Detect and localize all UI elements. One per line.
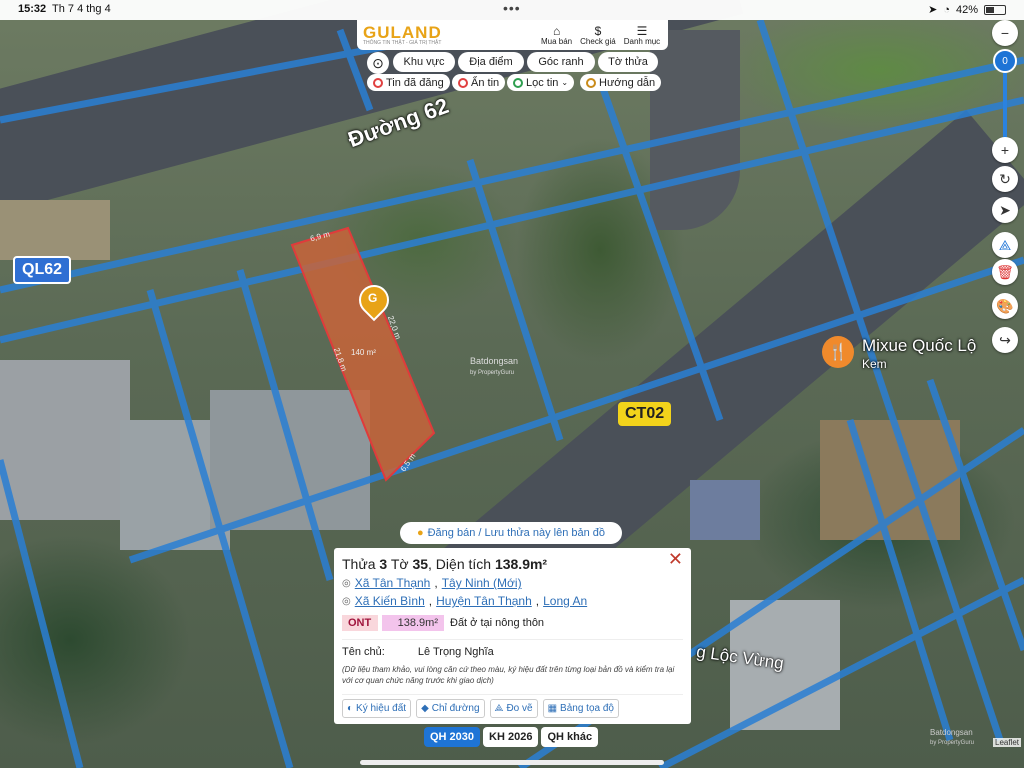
posted-dot-icon: [373, 77, 383, 88]
app-header: GULAND THÔNG TIN THẬT - GIÁ TRỊ THẬT ⌂ M…: [357, 20, 668, 50]
home-indicator[interactable]: [360, 760, 664, 765]
attribution: Batdongsan by PropertyGuru: [930, 728, 975, 746]
filter-hide[interactable]: Ẩn tin: [452, 74, 506, 91]
filter-lọc-tin[interactable]: Lọc tin ⌄: [507, 74, 575, 91]
pin-icon: ◎: [342, 577, 351, 589]
province-link[interactable]: Long An: [543, 594, 587, 608]
ruler-icon: ⟁: [494, 703, 504, 714]
share-button[interactable]: ↪: [992, 327, 1018, 353]
tab-to-thua[interactable]: Tờ thửa: [598, 52, 658, 72]
direction-icon: ◆: [421, 703, 429, 714]
tab-kh-2026[interactable]: KH 2026: [483, 727, 539, 747]
restaurant-icon[interactable]: 🍴: [822, 336, 854, 368]
refresh-button[interactable]: ↻: [992, 166, 1018, 192]
poi-type: Kem: [862, 357, 887, 371]
plan-tabs: QH 2030 KH 2026 QH khác: [424, 727, 599, 747]
delete-button[interactable]: 🗑: [992, 259, 1018, 285]
menu-icon: ☰: [636, 23, 648, 38]
chevron-down-icon: ⌄: [561, 78, 569, 87]
owner-name: Lê Trọng Nghĩa: [417, 646, 494, 658]
parcel-info-card: Thửa 3 Tờ 35, Diện tích 138.9m² ✕ ◎ Xã T…: [334, 548, 691, 724]
check-price-button[interactable]: $ Check giá: [580, 25, 616, 46]
zoom-out-button[interactable]: −: [992, 20, 1018, 46]
battery-percent: 42%: [955, 3, 978, 16]
filter-dot-icon: [513, 77, 523, 88]
post-save-parcel-button[interactable]: ● Đăng bán / Lưu thửa này lên bản đồ: [400, 522, 622, 544]
share-icon: ↪: [999, 331, 1011, 348]
guland-logo[interactable]: GULAND THÔNG TIN THẬT - GIÁ TRỊ THẬT: [357, 24, 507, 46]
parcel-title: Thửa 3 Tờ 35, Diện tích 138.9m²: [342, 556, 548, 572]
land-type-row: ONT 138.9m² Đất ở tại nông thôn: [342, 615, 683, 631]
land-type-label: Đất ở tại nông thôn: [450, 617, 545, 629]
owner-row: Tên chủ: Lê Trọng Nghĩa: [342, 639, 683, 658]
parcel-area-label: 140 m²: [351, 348, 376, 357]
district-link[interactable]: Huyện Tân Thạnh: [436, 594, 532, 608]
commune-link[interactable]: Xã Tân Thạnh: [355, 576, 431, 590]
navigate-button[interactable]: ➤: [992, 197, 1018, 223]
land-area-badge: 138.9m²: [382, 615, 444, 631]
table-icon: ▦: [547, 703, 558, 714]
address-old: ◎ Xã Kiến Bình, Huyện Tân Thạnh, Long An: [342, 594, 588, 608]
palette-icon: 🎨: [996, 297, 1014, 314]
zoom-in-button[interactable]: +: [992, 137, 1018, 163]
status-date: Th 7 4 thg 4: [52, 3, 111, 15]
guland-pin-glyph: G: [368, 291, 378, 305]
tab-qh-khac[interactable]: QH khác: [541, 727, 599, 747]
minus-icon: −: [1000, 25, 1010, 41]
road-badge-ql62: QL62: [13, 256, 72, 284]
measure-draw-button[interactable]: ⟁ Đo vẽ: [489, 699, 538, 718]
navigation-icon: ➤: [999, 201, 1011, 218]
land-code-badge: ONT: [342, 615, 378, 631]
location-arrow-icon: ➤: [928, 4, 938, 16]
poi-name[interactable]: Mixue Quốc Lộ: [862, 336, 976, 356]
directions-button[interactable]: ◆ Chỉ đường: [416, 699, 485, 718]
land-symbol-button[interactable]: ◐ Ký hiệu đất: [342, 699, 412, 718]
hide-dot-icon: [458, 77, 468, 88]
refresh-icon: ↻: [999, 170, 1011, 187]
province-link[interactable]: Tây Ninh (Mới): [442, 576, 522, 590]
tab-khu-vuc[interactable]: Khu vực: [393, 52, 455, 72]
wifi-icon: ◔: [943, 3, 950, 16]
coordinate-table-button[interactable]: ▦ Bảng tọa độ: [542, 699, 619, 718]
status-time: 15:32: [18, 3, 47, 15]
filter-guide[interactable]: Hướng dẫn: [580, 74, 662, 91]
battery-icon: [984, 4, 1006, 15]
address-new: ◎ Xã Tân Thạnh, Tây Ninh (Mới): [342, 576, 522, 590]
commune-link[interactable]: Xã Kiến Bình: [355, 594, 425, 608]
watermark: Batdongsan by PropertyGuru: [470, 356, 519, 376]
pin-icon: ●: [416, 527, 424, 539]
multitask-dots-icon[interactable]: •••: [503, 0, 521, 16]
leaflet-attribution[interactable]: Leaflet: [993, 738, 1022, 747]
zoom-slider-knob[interactable]: 0: [993, 49, 1017, 73]
road-badge-ct02: CT02: [618, 402, 672, 426]
disclaimer-note: (Dữ liệu tham khảo, vui lòng căn cứ theo…: [342, 665, 675, 685]
crosshair-icon: ⊙: [372, 54, 384, 71]
dollar-icon: $: [594, 23, 602, 38]
plus-icon: +: [1000, 142, 1010, 158]
guide-dot-icon: [586, 77, 596, 88]
tab-qh-2030[interactable]: QH 2030: [424, 727, 481, 747]
measure-button[interactable]: ⟁: [992, 232, 1018, 258]
layer-color-button[interactable]: 🎨: [992, 293, 1018, 319]
menu-button[interactable]: ☰ Danh mục: [624, 25, 660, 46]
buy-sell-button[interactable]: ⌂ Mua bán: [541, 25, 572, 46]
palette-icon: ◐: [347, 703, 354, 714]
ruler-icon: ⟁: [998, 236, 1012, 253]
status-bar: 15:32 Th 7 4 thg 4 ••• ➤ ◔ 42%: [0, 0, 1024, 20]
tab-dia-diem[interactable]: Địa điểm: [458, 52, 524, 72]
locate-me-button[interactable]: ⊙: [367, 52, 389, 74]
close-icon[interactable]: ✕: [668, 549, 683, 570]
trash-icon: 🗑: [996, 263, 1014, 280]
tab-goc-ranh[interactable]: Góc ranh: [527, 52, 595, 72]
filter-posted[interactable]: Tin đã đăng: [367, 74, 450, 91]
house-icon: ⌂: [552, 23, 561, 38]
pin-icon: ◎: [342, 595, 351, 607]
